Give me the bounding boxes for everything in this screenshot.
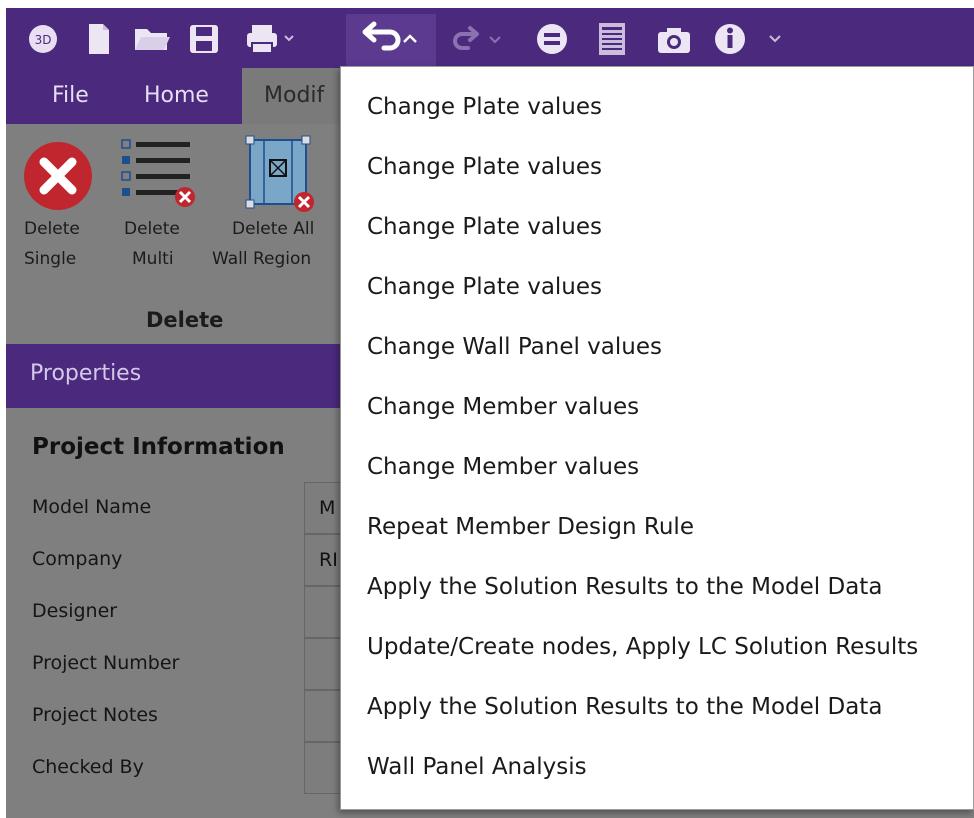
menu-item[interactable]: Apply the Solution Results to the Model … [341, 677, 973, 737]
delete-single-label-1: Delete [24, 219, 80, 239]
ribbon-group-label-delete: Delete [146, 308, 224, 332]
svg-text:3D: 3D [35, 33, 52, 47]
open-folder-icon[interactable] [132, 22, 172, 56]
property-label: Company [32, 548, 123, 570]
delete-multi-label-1: Delete [124, 219, 180, 239]
equals-icon[interactable] [534, 22, 570, 56]
delete-wall-region-icon [245, 135, 314, 212]
menu-item[interactable]: Wall Panel Analysis [341, 737, 973, 797]
property-label: Project Notes [32, 704, 158, 726]
properties-title: Properties [30, 361, 142, 386]
menu-item[interactable]: Change Plate values [341, 77, 973, 137]
report-icon[interactable] [596, 20, 628, 58]
undo-history-menu: Change Plate values Change Plate values … [340, 66, 974, 810]
property-label: Designer [32, 600, 118, 622]
menu-item[interactable]: Change Member values [341, 377, 973, 437]
delete-multi-label-2: Multi [132, 249, 174, 269]
menu-item[interactable]: Change Wall Panel values [341, 317, 973, 377]
delete-all-label-2: Wall Region [212, 249, 312, 269]
property-label: Project Number [32, 652, 180, 674]
menu-item[interactable]: Apply the Solution Results to the Model … [341, 557, 973, 617]
delete-multi-button[interactable]: Delete Multi [116, 124, 206, 284]
camera-icon[interactable] [654, 24, 694, 56]
delete-all-wall-region-button[interactable]: Delete All Wall Region [212, 124, 346, 284]
property-value: M [319, 497, 336, 519]
tab-file[interactable]: File [52, 68, 89, 124]
section-project-information: Project Information [32, 434, 285, 460]
menu-item[interactable]: Repeat Member Design Rule [341, 497, 973, 557]
delete-all-label-1: Delete All [232, 219, 315, 239]
undo-icon [362, 21, 417, 51]
menu-item[interactable]: Change Plate values [341, 197, 973, 257]
menu-item[interactable]: Change Plate values [341, 257, 973, 317]
delete-single-label-2: Single [24, 249, 77, 269]
delete-multi-icon [121, 139, 195, 207]
3d-view-icon[interactable]: 3D [26, 22, 60, 56]
tab-home[interactable]: Home [144, 68, 209, 124]
print-icon[interactable] [244, 22, 298, 56]
property-label: Checked By [32, 756, 144, 778]
property-label: Model Name [32, 496, 152, 518]
redo-icon[interactable] [446, 22, 506, 56]
info-icon[interactable] [714, 22, 788, 56]
property-value: RI [319, 549, 338, 571]
undo-button[interactable] [346, 14, 436, 68]
menu-item[interactable]: Change Plate values [341, 137, 973, 197]
menu-item[interactable]: Update/Create nodes, Apply LC Solution R… [341, 617, 973, 677]
save-icon[interactable] [186, 22, 222, 56]
new-file-icon[interactable] [84, 20, 114, 58]
quick-access-toolbar: 3D [6, 8, 974, 68]
delete-single-button[interactable]: Delete Single [6, 124, 106, 284]
delete-single-icon [24, 142, 92, 210]
menu-item[interactable]: Change Member values [341, 437, 973, 497]
